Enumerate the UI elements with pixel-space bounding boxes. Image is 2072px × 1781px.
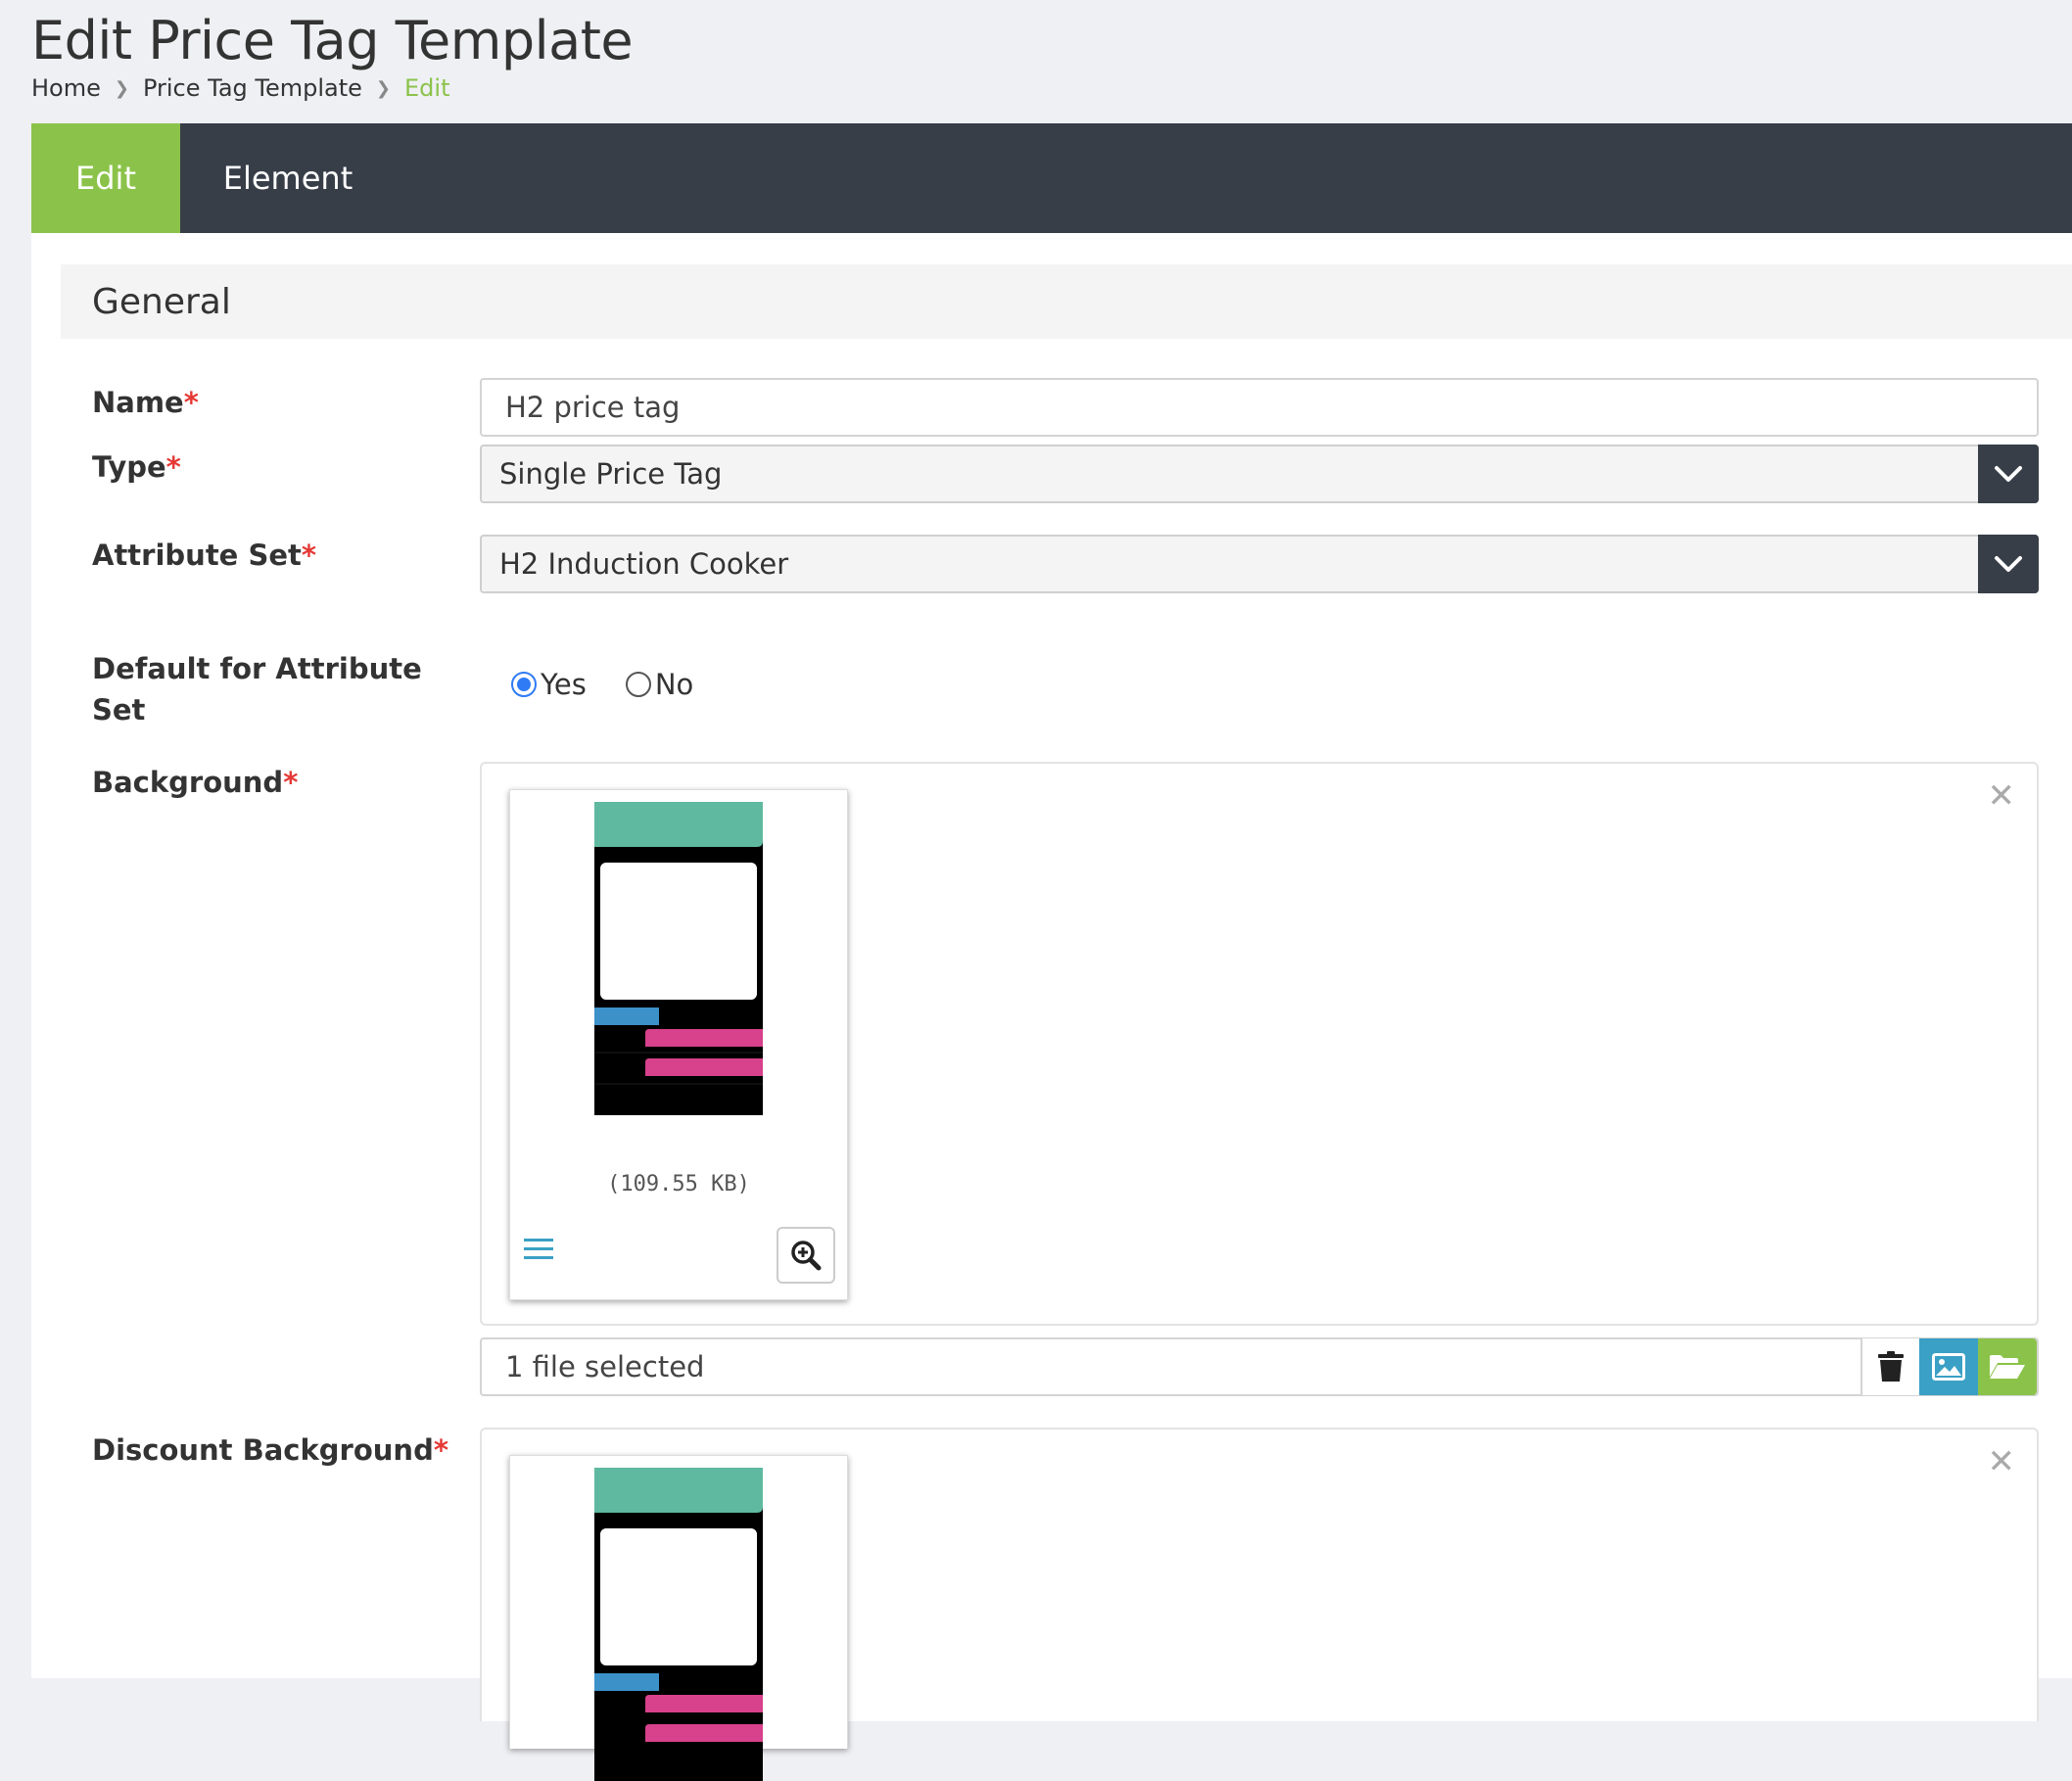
section-title: General xyxy=(61,264,2072,339)
radio-checked-icon[interactable] xyxy=(511,672,537,697)
chevron-down-icon[interactable] xyxy=(1978,445,2039,503)
required-mark: * xyxy=(283,766,299,799)
name-input[interactable]: H2 price tag xyxy=(480,378,2039,437)
price-tag-preview-image xyxy=(594,802,763,1115)
trash-icon xyxy=(1878,1351,1904,1382)
attribute-set-select[interactable]: H2 Induction Cooker xyxy=(480,535,2039,593)
form-panel: General Name* H2 price tag Type* Single … xyxy=(31,233,2072,1781)
background-upload-preview: ✕ (109.55 KB) xyxy=(480,762,2039,1326)
required-mark: * xyxy=(433,1433,448,1467)
breadcrumb-home[interactable]: Home xyxy=(31,74,101,102)
tab-edit[interactable]: Edit xyxy=(31,123,180,233)
file-status-text: 1 file selected xyxy=(505,1350,705,1383)
default-attribute-set-label: Default for Attribute Set xyxy=(92,652,422,726)
file-thumbnail-card: (109.55 KB) xyxy=(509,789,848,1300)
tab-element[interactable]: Element xyxy=(180,123,396,233)
discount-price-tag-preview-image xyxy=(594,1468,763,1781)
attribute-set-select-value: H2 Induction Cooker xyxy=(499,547,789,581)
breadcrumb-price-tag-template[interactable]: Price Tag Template xyxy=(143,74,362,102)
page-title: Edit Price Tag Template xyxy=(31,10,634,71)
discount-background-upload-preview: ✕ xyxy=(480,1428,2039,1781)
radio-unchecked-icon[interactable] xyxy=(625,672,651,697)
attribute-set-label: Attribute Set* xyxy=(92,539,317,572)
type-select-value: Single Price Tag xyxy=(499,457,723,491)
close-icon[interactable]: ✕ xyxy=(1988,1445,2016,1478)
radio-no[interactable]: No xyxy=(625,668,693,701)
name-label: Name* xyxy=(92,386,199,419)
drag-handle-icon[interactable] xyxy=(524,1235,553,1264)
remove-file-button[interactable] xyxy=(1860,1338,1919,1395)
required-mark: * xyxy=(301,539,317,572)
breadcrumb-separator-icon: ❯ xyxy=(375,77,392,99)
file-size: (109.55 KB) xyxy=(607,1172,750,1196)
name-input-value: H2 price tag xyxy=(505,391,681,424)
breadcrumb: Home ❯ Price Tag Template ❯ Edit xyxy=(31,74,450,102)
chevron-down-icon[interactable] xyxy=(1978,535,2039,593)
close-icon[interactable]: ✕ xyxy=(1988,779,2016,813)
required-mark: * xyxy=(165,450,181,484)
breadcrumb-separator-icon: ❯ xyxy=(114,77,129,99)
browse-folder-button[interactable] xyxy=(1978,1338,2037,1395)
required-mark: * xyxy=(183,386,199,419)
tab-bar: Edit Element xyxy=(31,123,2072,233)
type-label: Type* xyxy=(92,450,181,484)
browse-image-button[interactable] xyxy=(1919,1338,1978,1395)
file-thumbnail-card xyxy=(509,1455,848,1781)
background-label: Background* xyxy=(92,766,299,799)
zoom-button[interactable] xyxy=(777,1227,835,1284)
discount-background-label: Discount Background* xyxy=(92,1433,448,1467)
radio-yes[interactable]: Yes xyxy=(511,668,587,701)
folder-open-icon xyxy=(1990,1355,2025,1379)
default-radio-group: Yes No xyxy=(511,668,732,701)
zoom-in-icon xyxy=(791,1241,822,1271)
type-select[interactable]: Single Price Tag xyxy=(480,445,2039,503)
background-file-input[interactable]: 1 file selected xyxy=(480,1337,2039,1396)
breadcrumb-current: Edit xyxy=(404,74,450,102)
image-icon xyxy=(1932,1353,1965,1381)
